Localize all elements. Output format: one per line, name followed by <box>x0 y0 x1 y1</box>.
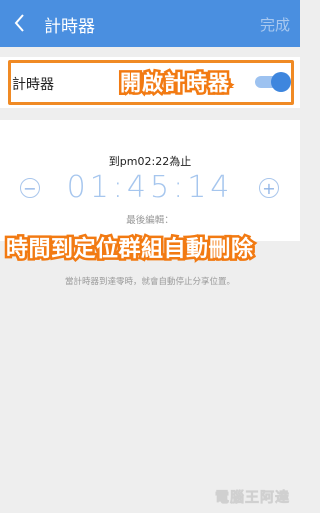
watermark: 電腦王阿達 <box>215 490 290 507</box>
until-time-text: 到pm02:22為止 <box>108 155 192 168</box>
info-text: 當計時器到達零時，就會自動停止分享位置。 <box>64 277 235 287</box>
page-title: 計時器 <box>44 17 95 37</box>
increase-time-button[interactable]: + <box>259 178 279 198</box>
app-bar: 計時器 完成 <box>0 0 300 47</box>
annotation-auto-delete: 時間到定位群組自動刪除 <box>4 235 256 265</box>
countdown-time: 01:45:14 <box>66 170 234 205</box>
last-edited-label: 最後編輯： <box>126 215 174 226</box>
toggle-knob <box>271 72 291 92</box>
annotation-enable-timer: 開啟計時器 <box>118 69 232 98</box>
back-arrow-icon[interactable] <box>8 10 32 36</box>
done-button[interactable]: 完成 <box>260 14 290 35</box>
timer-toggle-switch[interactable] <box>255 72 291 92</box>
